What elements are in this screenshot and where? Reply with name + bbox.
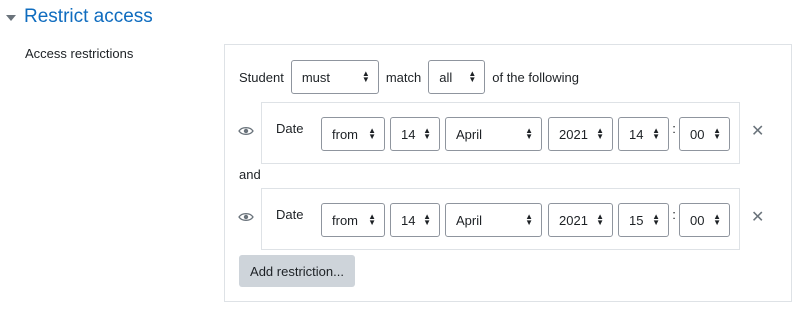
hour-select[interactable]: 14 ▲ ▼ xyxy=(618,117,669,151)
student-label: Student xyxy=(239,69,284,85)
match-row: Student must ▲ ▼ match all ▲ ▼ of the foll… xyxy=(239,60,579,94)
delete-condition-icon[interactable]: ✕ xyxy=(751,121,764,141)
match-label: match xyxy=(385,69,422,85)
day-value: 14 xyxy=(401,126,416,142)
year-select[interactable]: 2021 ▲ ▼ xyxy=(548,117,613,151)
select-arrows-icon: ▲ ▼ xyxy=(596,212,604,227)
direction-select[interactable]: from ▲ ▼ xyxy=(321,117,385,151)
all-select[interactable]: all ▲ ▼ xyxy=(428,60,486,94)
select-arrows-icon: ▲ ▼ xyxy=(423,126,431,141)
delete-condition-icon[interactable]: ✕ xyxy=(751,207,764,227)
month-value: April xyxy=(456,126,483,142)
minute-select[interactable]: 00 ▲ ▼ xyxy=(679,203,730,237)
date-selectors: from ▲ ▼ 14 ▲ ▼ April ▲ ▼ 2021 ▲ ▼ 14 ▲ ▼ : 0… xyxy=(321,117,730,151)
direction-value: from xyxy=(332,126,358,142)
section-title[interactable]: Restrict access xyxy=(24,6,153,28)
restrict-access-header[interactable]: Restrict access xyxy=(6,6,153,28)
of-the-following-label: of the following xyxy=(492,69,579,85)
select-arrows-icon: ▲ ▼ xyxy=(652,212,660,227)
hour-value: 14 xyxy=(629,126,644,142)
hour-value: 15 xyxy=(629,212,644,228)
day-value: 14 xyxy=(401,212,416,228)
month-value: April xyxy=(456,212,483,228)
year-value: 2021 xyxy=(559,126,588,142)
month-select[interactable]: April ▲ ▼ xyxy=(445,203,542,237)
select-arrows-icon: ▲ ▼ xyxy=(368,126,376,141)
restrictions-panel: Student must ▲ ▼ match all ▲ ▼ of the foll… xyxy=(224,44,792,302)
select-arrows-icon: ▲ ▼ xyxy=(368,212,376,227)
day-select[interactable]: 14 ▲ ▼ xyxy=(390,117,440,151)
date-label: Date xyxy=(276,207,304,222)
time-colon: : xyxy=(672,120,676,136)
all-select-value: all xyxy=(439,69,453,85)
must-select-value: must xyxy=(301,69,330,85)
access-restrictions-label: Access restrictions xyxy=(25,46,134,61)
select-arrows-icon: ▲ ▼ xyxy=(423,212,431,227)
month-select[interactable]: April ▲ ▼ xyxy=(445,117,542,151)
date-condition-1: Date from ▲ ▼ 14 ▲ ▼ April ▲ ▼ 2021 ▲ ▼ 14 ▲… xyxy=(261,102,740,164)
select-arrows-icon: ▲ ▼ xyxy=(713,126,721,141)
select-arrows-icon: ▲ ▼ xyxy=(468,69,477,84)
select-arrows-icon: ▲ ▼ xyxy=(525,212,533,227)
add-restriction-button[interactable]: Add restriction... xyxy=(239,255,355,287)
day-select[interactable]: 14 ▲ ▼ xyxy=(390,203,440,237)
hour-select[interactable]: 15 ▲ ▼ xyxy=(618,203,669,237)
direction-select[interactable]: from ▲ ▼ xyxy=(321,203,385,237)
select-arrows-icon: ▲ ▼ xyxy=(596,126,604,141)
select-arrows-icon: ▲ ▼ xyxy=(361,69,370,84)
date-label: Date xyxy=(276,121,304,136)
date-selectors: from ▲ ▼ 14 ▲ ▼ April ▲ ▼ 2021 ▲ ▼ 15 ▲ ▼ : 0… xyxy=(321,203,730,237)
select-arrows-icon: ▲ ▼ xyxy=(525,126,533,141)
minute-value: 00 xyxy=(690,212,705,228)
year-value: 2021 xyxy=(559,212,588,228)
select-arrows-icon: ▲ ▼ xyxy=(713,212,721,227)
date-condition-2: Date from ▲ ▼ 14 ▲ ▼ April ▲ ▼ 2021 ▲ ▼ 15 ▲… xyxy=(261,188,740,250)
select-arrows-icon: ▲ ▼ xyxy=(652,126,660,141)
and-label: and xyxy=(239,167,261,182)
chevron-down-icon[interactable] xyxy=(6,15,16,21)
eye-icon[interactable] xyxy=(238,126,254,136)
direction-value: from xyxy=(332,212,358,228)
must-select[interactable]: must ▲ ▼ xyxy=(290,60,379,94)
time-colon: : xyxy=(672,206,676,222)
minute-select[interactable]: 00 ▲ ▼ xyxy=(679,117,730,151)
eye-icon[interactable] xyxy=(238,212,254,222)
year-select[interactable]: 2021 ▲ ▼ xyxy=(548,203,613,237)
minute-value: 00 xyxy=(690,126,705,142)
